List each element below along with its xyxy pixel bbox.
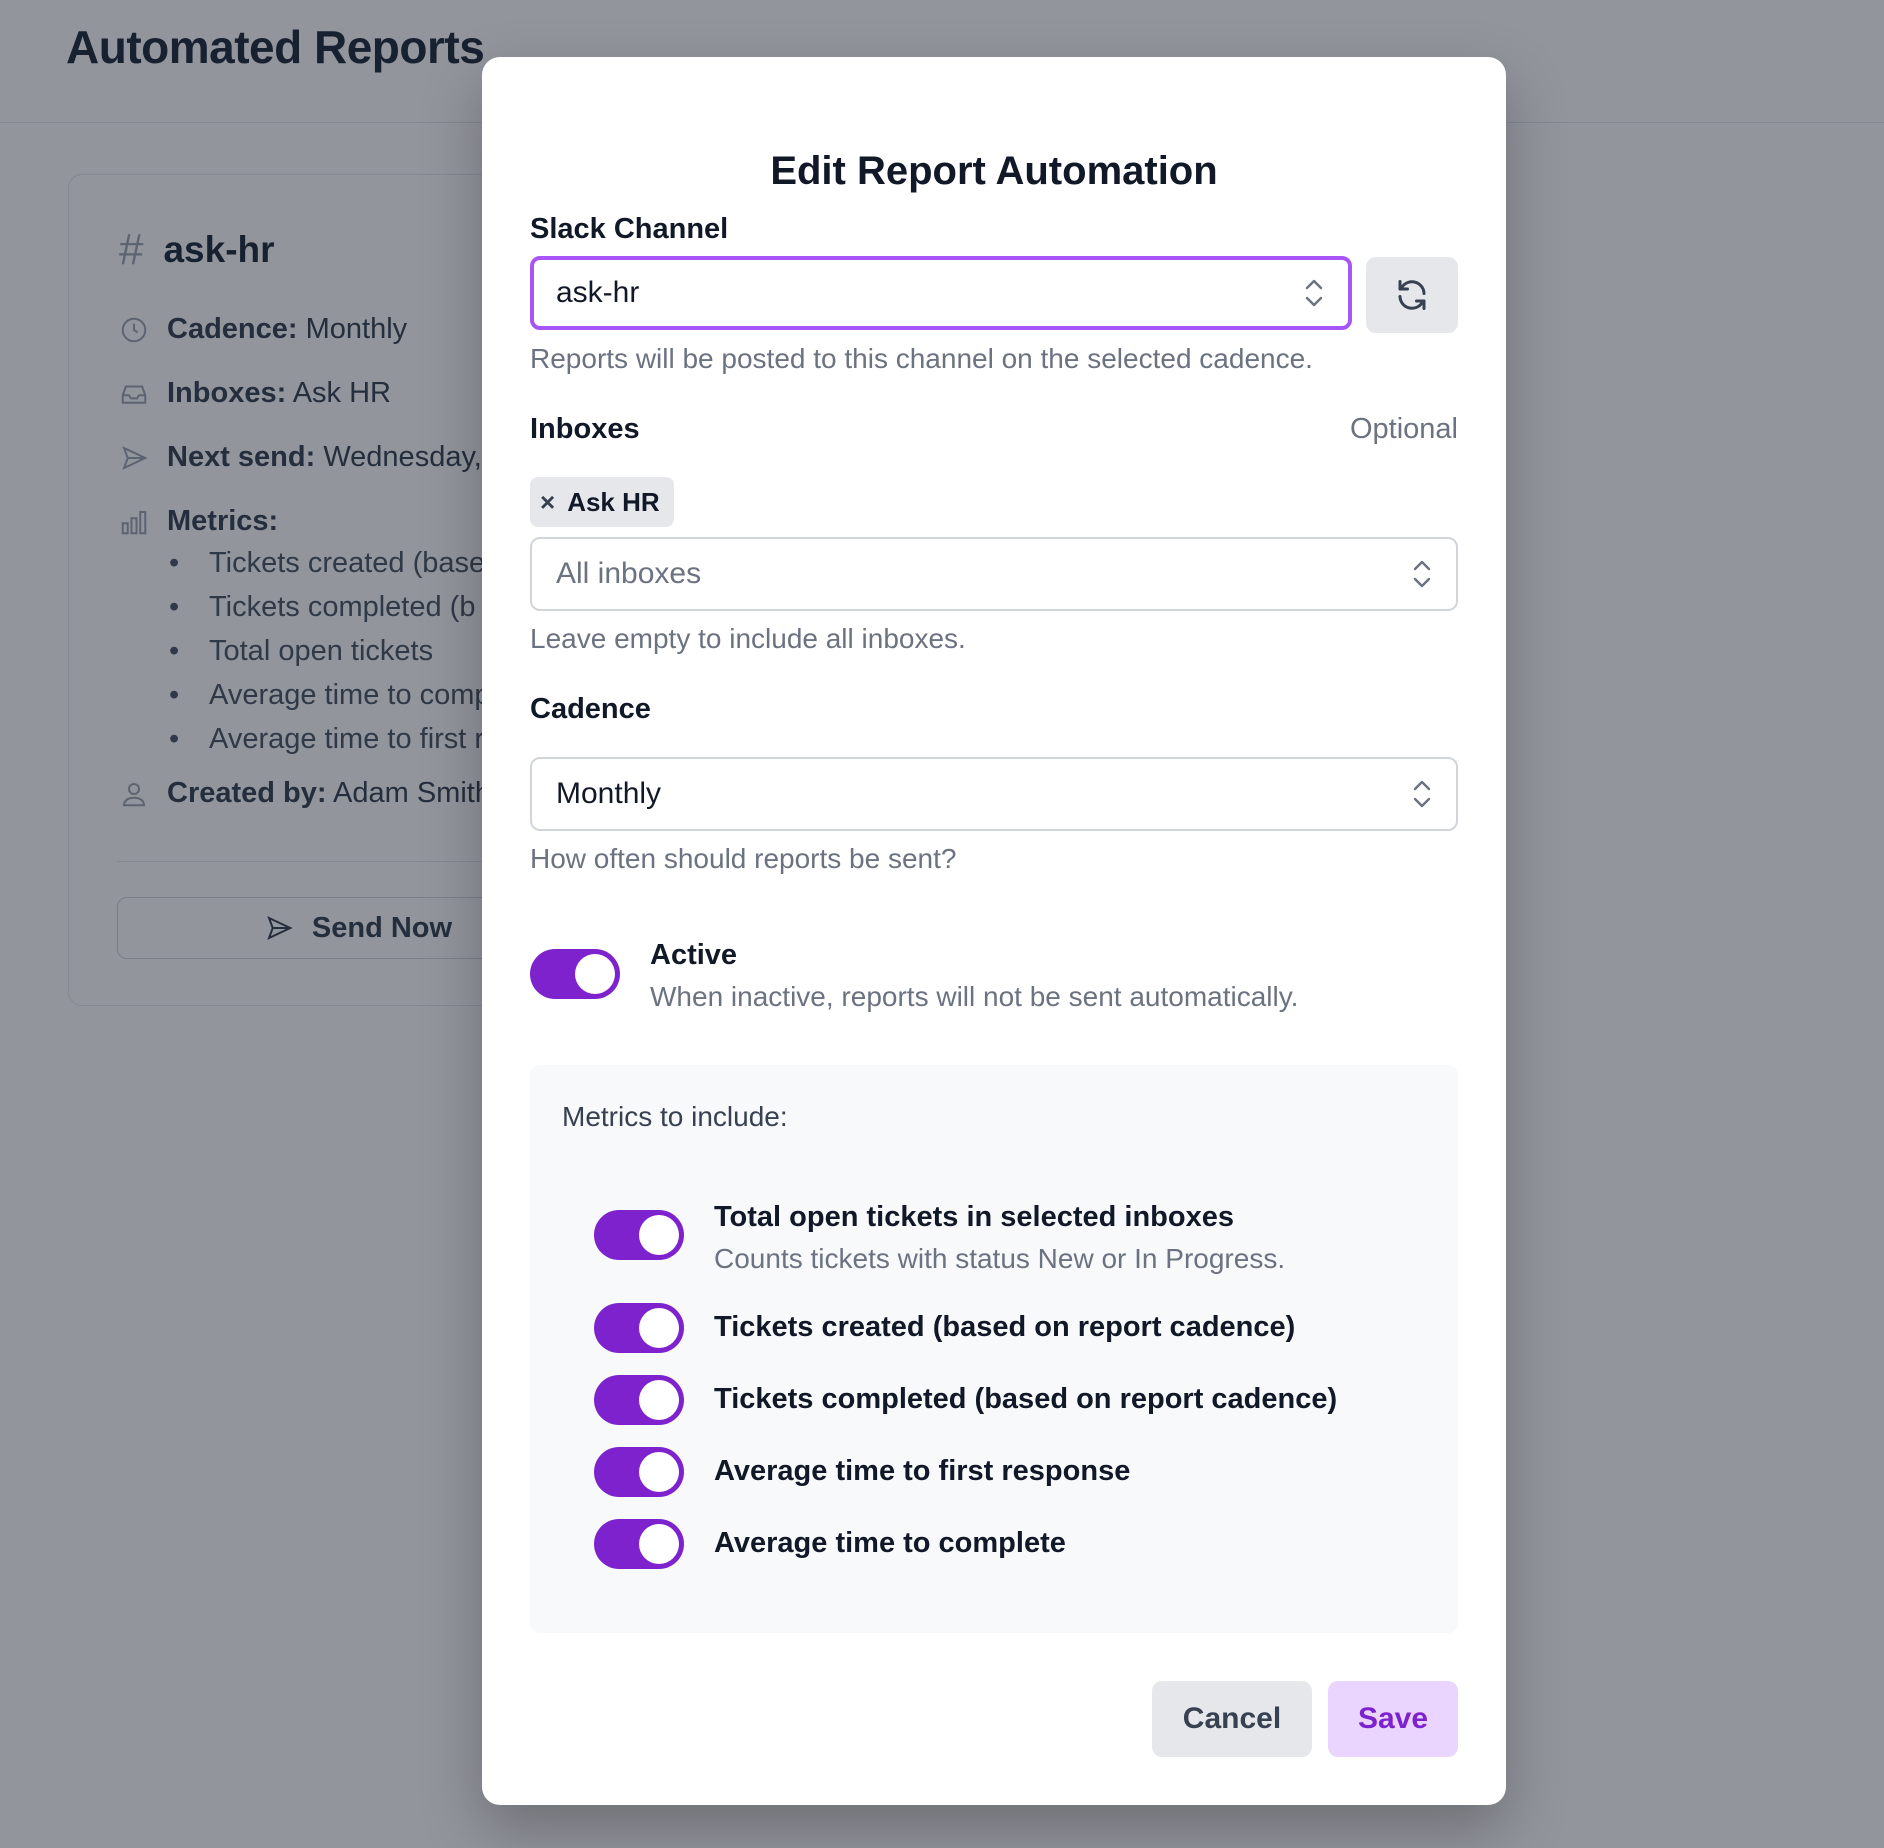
cadence-select[interactable]: Monthly (530, 757, 1458, 831)
refresh-icon (1398, 280, 1426, 310)
metric-first-response-toggle[interactable] (594, 1447, 684, 1497)
slack-channel-help: Reports will be posted to this channel o… (530, 343, 1313, 374)
inbox-chip-label: Ask HR (567, 486, 660, 517)
inboxes-select[interactable]: All inboxes (530, 537, 1458, 611)
toggle-knob (575, 954, 615, 994)
refresh-channels-button[interactable] (1366, 257, 1458, 333)
toggle-knob (639, 1524, 679, 1564)
close-icon[interactable]: × (540, 487, 555, 518)
toggle-knob (639, 1308, 679, 1348)
cancel-button[interactable]: Cancel (1152, 1681, 1312, 1757)
metric-tickets-created-label: Tickets created (based on report cadence… (714, 1311, 1296, 1343)
edit-report-modal: Edit Report Automation Slack Channel ask… (482, 57, 1506, 1805)
metric-total-open-description: Counts tickets with status New or In Pro… (714, 1243, 1286, 1274)
inboxes-optional-label: Optional (1349, 413, 1458, 445)
cadence-value: Monthly (556, 777, 662, 810)
metric-tickets-completed-label: Tickets completed (based on report caden… (714, 1383, 1338, 1415)
metric-tickets-created-toggle[interactable] (594, 1303, 684, 1353)
slack-channel-value: ask-hr (556, 276, 640, 309)
slack-channel-select[interactable]: ask-hr (530, 256, 1352, 330)
metrics-title: Metrics to include: (562, 1101, 788, 1132)
inboxes-placeholder: All inboxes (556, 557, 702, 590)
metric-tickets-completed-toggle[interactable] (594, 1375, 684, 1425)
inbox-chip: × Ask HR (530, 477, 674, 527)
chevron-up-down-icon (1305, 279, 1323, 307)
active-label: Active (650, 939, 738, 971)
toggle-knob (639, 1452, 679, 1492)
inboxes-label: Inboxes (530, 413, 640, 445)
toggle-knob (639, 1380, 679, 1420)
metric-total-open-label: Total open tickets in selected inboxes (714, 1201, 1234, 1233)
metric-time-to-complete-toggle[interactable] (594, 1519, 684, 1569)
active-description: When inactive, reports will not be sent … (650, 981, 1299, 1012)
inboxes-help: Leave empty to include all inboxes. (530, 623, 966, 654)
chevron-up-down-icon (1413, 780, 1431, 808)
slack-channel-label: Slack Channel (530, 213, 729, 245)
metric-first-response-label: Average time to first response (714, 1455, 1131, 1487)
modal-title: Edit Report Automation (770, 149, 1218, 193)
cadence-help: How often should reports be sent? (530, 843, 957, 874)
cadence-label: Cadence (530, 693, 651, 725)
metric-total-open-toggle[interactable] (594, 1210, 684, 1260)
chevron-up-down-icon (1413, 560, 1431, 588)
toggle-knob (639, 1215, 679, 1255)
save-button[interactable]: Save (1328, 1681, 1458, 1757)
metrics-panel: Metrics to include: Total open tickets i… (530, 1065, 1458, 1633)
active-toggle[interactable] (530, 949, 620, 999)
metric-time-to-complete-label: Average time to complete (714, 1527, 1066, 1559)
